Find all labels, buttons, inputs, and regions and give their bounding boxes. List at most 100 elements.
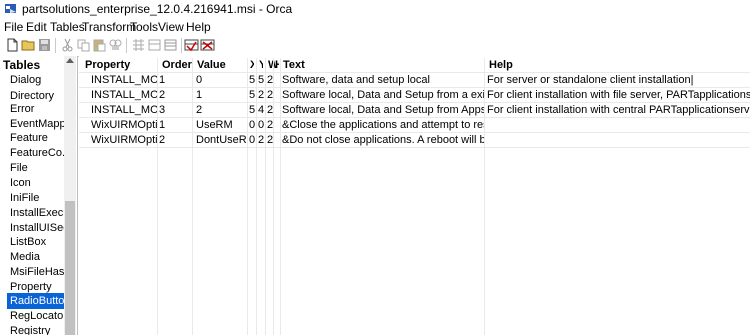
cut-icon[interactable] — [60, 38, 75, 52]
cell-text[interactable]: &Close the applications and attempt to r… — [282, 118, 484, 132]
cell-width[interactable]: 2... — [267, 133, 273, 147]
cell-text[interactable]: Software local, Data and Setup from a ex… — [282, 88, 484, 102]
cell-y[interactable]: 0 — [258, 118, 265, 132]
cell-height[interactable] — [274, 118, 280, 132]
cell-height[interactable] — [274, 133, 280, 147]
cell-value[interactable]: 2 — [196, 103, 247, 117]
column-divider — [192, 58, 193, 335]
table-item-listbox[interactable]: ListBox — [10, 234, 66, 250]
cell-width[interactable]: 2... — [267, 73, 273, 87]
new-file-icon[interactable] — [5, 38, 20, 52]
column-header-y[interactable]: Y — [259, 58, 263, 72]
cell-help[interactable]: For client installation with central PAR… — [487, 103, 750, 117]
column-divider — [256, 58, 257, 335]
validate-icon[interactable] — [163, 38, 178, 52]
cell-height[interactable] — [274, 88, 280, 102]
menu-transform[interactable]: Transform — [82, 20, 136, 34]
table-grid: Property Order Value X Y W H Text Help I… — [79, 56, 750, 335]
cell-text[interactable]: Software local, Data and Setup from Apps… — [282, 103, 484, 117]
cell-property[interactable]: INSTALL_MODE — [91, 103, 157, 117]
tables-header: Tables — [3, 58, 41, 72]
cell-order[interactable]: 1 — [159, 118, 192, 132]
cell-width[interactable]: 2... — [267, 103, 273, 117]
cell-property[interactable]: WixUIRMOption — [91, 118, 157, 132]
table-item-icon[interactable]: Icon — [10, 175, 66, 191]
open-folder-icon[interactable] — [21, 38, 36, 52]
adjust-schema-icon[interactable] — [184, 38, 199, 52]
cell-y[interactable]: 2 — [258, 133, 265, 147]
cell-width[interactable]: 2... — [267, 118, 273, 132]
cell-help[interactable] — [487, 133, 750, 147]
cell-property[interactable]: INSTALL_MODE — [91, 73, 157, 87]
find-icon[interactable] — [108, 38, 123, 52]
table-item-radiobutton[interactable]: RadioButton — [7, 293, 67, 309]
table-item-error[interactable]: Error — [10, 101, 66, 117]
table-item-file[interactable]: File — [10, 160, 66, 176]
cell-order[interactable]: 2 — [159, 88, 192, 102]
cell-value[interactable]: 1 — [196, 88, 247, 102]
cell-text[interactable]: &Do not close applications. A reboot wil… — [282, 133, 484, 147]
menu-bar: File Edit Tables Transform Tools View He… — [0, 18, 750, 35]
column-header-order[interactable]: Order — [162, 58, 202, 72]
cell-y[interactable]: 4 — [258, 103, 265, 117]
tables-scrollbar[interactable] — [64, 56, 76, 335]
menu-file[interactable]: File — [4, 20, 23, 34]
cell-order[interactable]: 3 — [159, 103, 192, 117]
cell-x[interactable]: 5 — [249, 88, 256, 102]
cell-width[interactable]: 2... — [267, 88, 273, 102]
save-icon[interactable] — [37, 38, 52, 52]
cell-help[interactable]: For client installation with file server… — [487, 88, 750, 102]
column-header-x[interactable]: X — [250, 58, 254, 72]
table-item-featurecomponents[interactable]: FeatureCo... — [10, 145, 66, 161]
column-divider — [280, 58, 281, 335]
cell-x[interactable]: 0 — [249, 118, 256, 132]
menu-tools[interactable]: Tools — [130, 20, 158, 34]
scrollbar-thumb[interactable] — [65, 201, 75, 335]
toolbar-separator — [126, 38, 127, 53]
menu-edit[interactable]: Edit — [26, 20, 47, 34]
column-header-text[interactable]: Text — [283, 58, 483, 72]
cell-y[interactable]: 5 — [258, 73, 265, 87]
add-row-icon[interactable] — [131, 38, 146, 52]
column-header-property[interactable]: Property — [85, 58, 159, 72]
menu-tables[interactable]: Tables — [50, 20, 85, 34]
table-item-registry[interactable]: Registry — [10, 323, 66, 335]
cell-value[interactable]: DontUseRM — [196, 133, 247, 147]
cell-x[interactable]: 0 — [249, 133, 256, 147]
copy-icon[interactable] — [76, 38, 91, 52]
cell-order[interactable]: 1 — [159, 73, 192, 87]
cell-help[interactable] — [487, 118, 750, 132]
cell-text[interactable]: Software, data and setup local — [282, 73, 484, 87]
paste-icon[interactable] — [92, 38, 107, 52]
cell-height[interactable] — [274, 73, 280, 87]
column-divider — [265, 58, 266, 335]
table-item-reglocator[interactable]: RegLocator — [10, 308, 66, 324]
table-item-installexecutesequence[interactable]: InstallExecu... — [10, 205, 66, 221]
table-item-feature[interactable]: Feature — [10, 130, 66, 146]
scroll-up-arrow-icon[interactable] — [66, 58, 74, 63]
cell-value[interactable]: UseRM — [196, 118, 247, 132]
cell-property[interactable]: WixUIRMOption — [91, 133, 157, 147]
cell-order[interactable]: 2 — [159, 133, 192, 147]
column-header-help[interactable]: Help — [489, 58, 749, 72]
column-divider — [247, 58, 248, 335]
drop-table-icon[interactable] — [147, 38, 162, 52]
cell-height[interactable] — [274, 103, 280, 117]
column-header-height[interactable]: H — [275, 58, 279, 72]
table-item-media[interactable]: Media — [10, 249, 66, 265]
table-item-dialog[interactable]: Dialog — [10, 72, 66, 88]
window-title: partsolutions_enterprise_12.0.4.216941.m… — [22, 2, 293, 16]
cell-property[interactable]: INSTALL_MODE — [91, 88, 157, 102]
cell-x[interactable]: 5 — [249, 103, 256, 117]
menu-help[interactable]: Help — [186, 20, 211, 34]
table-item-inifile[interactable]: IniFile — [10, 190, 66, 206]
table-item-msifilehash[interactable]: MsiFileHash — [10, 264, 66, 280]
column-header-value[interactable]: Value — [197, 58, 249, 72]
cell-help[interactable]: For server or standalone client installa… — [487, 73, 750, 87]
cell-y[interactable]: 2 — [258, 88, 265, 102]
cell-value[interactable]: 0 — [196, 73, 247, 87]
column-divider — [484, 58, 485, 335]
cell-x[interactable]: 5 — [249, 73, 256, 87]
merge-module-icon[interactable] — [200, 38, 215, 52]
menu-view[interactable]: View — [158, 20, 184, 34]
